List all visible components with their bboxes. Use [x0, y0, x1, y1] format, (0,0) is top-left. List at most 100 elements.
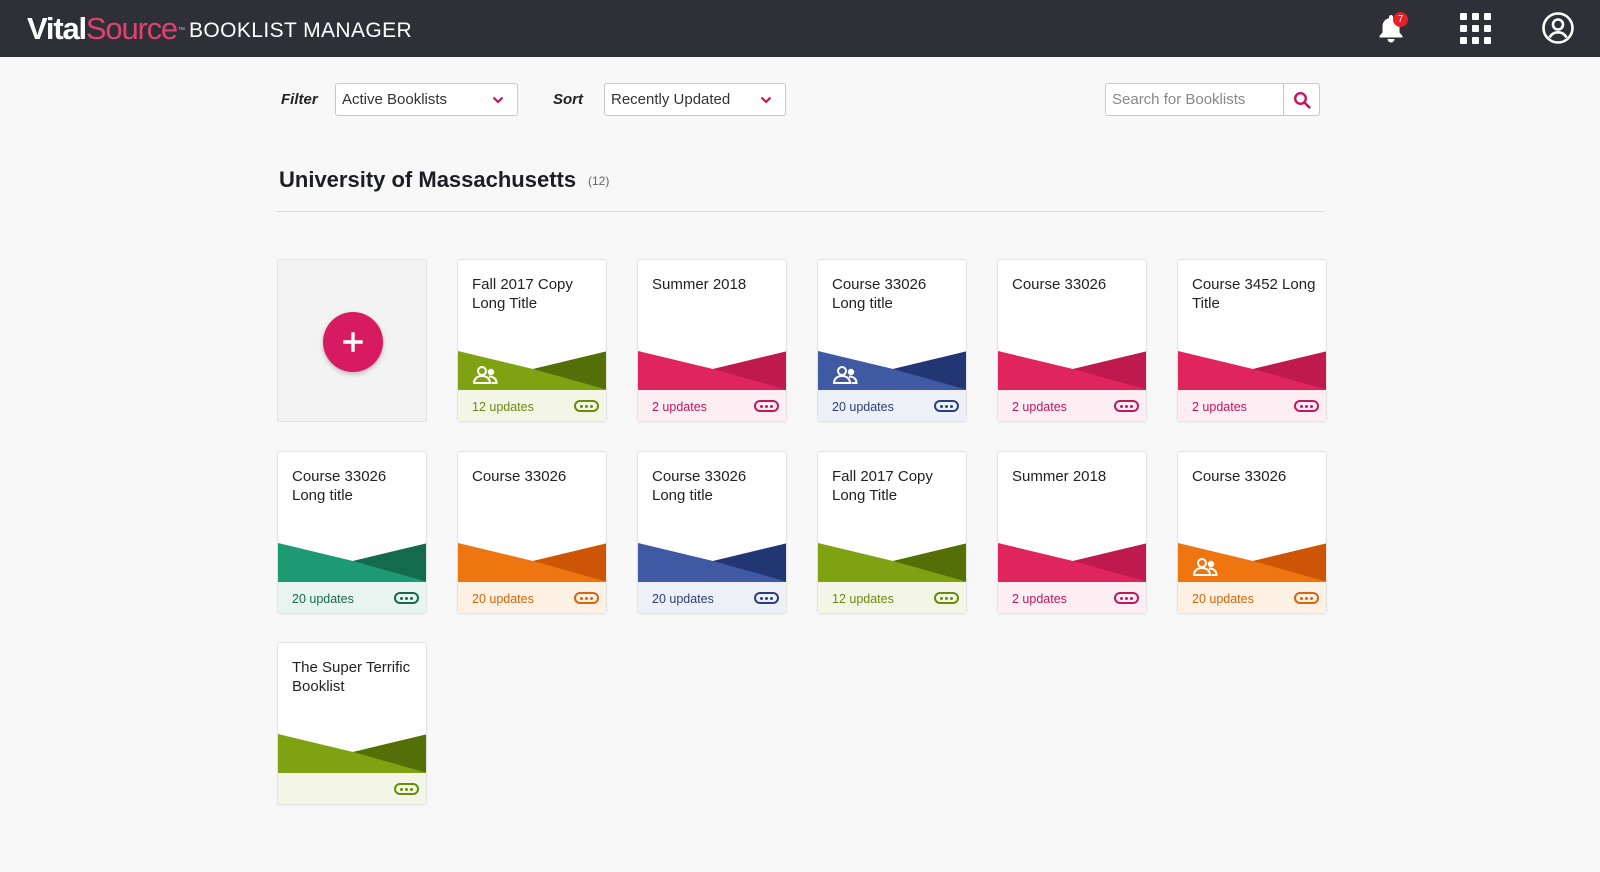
- update-count: 12 updates: [832, 592, 894, 606]
- booklist-color-band: [998, 543, 1146, 582]
- booklist-card[interactable]: Fall 2017 Copy Long Title 12 updates: [457, 259, 607, 422]
- logo-trademark: ™: [177, 27, 185, 34]
- more-options-icon[interactable]: [934, 592, 959, 604]
- chevron-down-icon: [760, 96, 772, 104]
- booklist-footer: 20 updates: [1178, 582, 1326, 613]
- booklist-title: Course 3452 Long Title: [1192, 276, 1316, 312]
- booklist-card[interactable]: Summer 2018 2 updates: [637, 259, 787, 422]
- users-icon: [1192, 558, 1220, 581]
- booklist-color-band: [998, 351, 1146, 390]
- more-options-icon[interactable]: [574, 592, 599, 604]
- booklist-card[interactable]: Summer 2018 2 updates: [997, 451, 1147, 614]
- update-count: 20 updates: [292, 592, 354, 606]
- app-title: BOOKLIST MANAGER: [189, 19, 413, 42]
- more-options-icon[interactable]: [574, 400, 599, 412]
- booklist-card[interactable]: Course 33026 20 updates: [457, 451, 607, 614]
- institution-title: University of Massachusetts: [279, 167, 577, 192]
- vitalsource-logo[interactable]: VitalSource ™: [27, 11, 185, 47]
- notifications-button[interactable]: 7: [1371, 8, 1411, 48]
- section-divider: [277, 211, 1324, 212]
- filter-selected-value: Active Booklists: [342, 91, 448, 108]
- booklist-color-band: [1178, 351, 1326, 390]
- booklist-title: Summer 2018: [652, 276, 747, 293]
- booklist-title: The Super Terrific Booklist: [292, 659, 411, 695]
- users-icon: [472, 366, 500, 389]
- booklist-title: Course 33026 Long title: [652, 468, 747, 504]
- apps-grid-icon: [1459, 12, 1491, 44]
- search-button[interactable]: [1283, 84, 1319, 115]
- update-count: 12 updates: [472, 400, 534, 414]
- booklist-footer: 20 updates: [458, 582, 606, 613]
- booklist-footer: 20 updates: [278, 582, 426, 613]
- account-icon: [1542, 12, 1574, 44]
- booklist-color-band: [818, 543, 966, 582]
- booklist-title: Course 33026 Long title: [832, 276, 927, 312]
- more-options-icon[interactable]: [934, 400, 959, 412]
- search-box: [1105, 83, 1320, 116]
- booklist-card[interactable]: Course 33026 Long title 20 updates: [637, 451, 787, 614]
- booklist-footer: 20 updates: [638, 582, 786, 613]
- booklist-footer: 20 updates: [818, 390, 966, 421]
- account-button[interactable]: [1538, 8, 1578, 48]
- users-icon: [832, 366, 860, 389]
- booklist-title: Fall 2017 Copy Long Title: [472, 276, 573, 312]
- update-count: 2 updates: [1012, 400, 1067, 414]
- booklist-footer: [278, 773, 426, 804]
- more-options-icon[interactable]: [1294, 592, 1319, 604]
- update-count: 20 updates: [652, 592, 714, 606]
- booklist-card[interactable]: Course 33026 Long title 20 updates: [817, 259, 967, 422]
- booklist-card[interactable]: The Super Terrific Booklist: [277, 642, 427, 805]
- booklist-card[interactable]: Course 33026 2 updates: [997, 259, 1147, 422]
- booklist-footer: 2 updates: [638, 390, 786, 421]
- update-count: 2 updates: [652, 400, 707, 414]
- booklist-footer: 12 updates: [458, 390, 606, 421]
- top-app-bar: VitalSource ™ BOOKLIST MANAGER 7: [0, 0, 1600, 57]
- booklist-color-band: [638, 543, 786, 582]
- search-icon: [1293, 91, 1311, 109]
- booklist-card[interactable]: Course 33026 20 updates: [1177, 451, 1327, 614]
- apps-menu-button[interactable]: [1455, 8, 1495, 48]
- booklist-footer: 2 updates: [998, 582, 1146, 613]
- more-options-icon[interactable]: [1114, 400, 1139, 412]
- update-count: 20 updates: [472, 592, 534, 606]
- booklist-card[interactable]: Course 33026 Long title 20 updates: [277, 451, 427, 614]
- sort-label: Sort: [553, 91, 583, 108]
- logo-text-source: Source: [85, 11, 178, 46]
- booklist-footer: 12 updates: [818, 582, 966, 613]
- update-count: 20 updates: [1192, 592, 1254, 606]
- update-count: 2 updates: [1012, 592, 1067, 606]
- filter-label: Filter: [281, 91, 318, 108]
- booklist-title: Course 33026: [1192, 468, 1287, 485]
- add-booklist-card[interactable]: [277, 259, 427, 422]
- update-count: 20 updates: [832, 400, 894, 414]
- more-options-icon[interactable]: [1114, 592, 1139, 604]
- booklist-title: Course 33026: [1012, 276, 1107, 293]
- booklist-card[interactable]: Course 3452 Long Title 2 updates: [1177, 259, 1327, 422]
- booklist-count: (12): [588, 174, 610, 188]
- booklist-color-band: [278, 734, 426, 773]
- notification-count-badge: 7: [1393, 12, 1408, 27]
- booklist-footer: 2 updates: [998, 390, 1146, 421]
- more-options-icon[interactable]: [754, 592, 779, 604]
- booklist-card[interactable]: Fall 2017 Copy Long Title 12 updates: [817, 451, 967, 614]
- more-options-icon[interactable]: [394, 783, 419, 795]
- sort-selected-value: Recently Updated: [611, 91, 731, 108]
- booklist-footer: 2 updates: [1178, 390, 1326, 421]
- search-input[interactable]: [1106, 84, 1283, 115]
- sort-dropdown[interactable]: Recently Updated: [604, 83, 786, 116]
- booklist-color-band: [458, 543, 606, 582]
- booklist-color-band: [638, 351, 786, 390]
- booklist-color-band: [278, 543, 426, 582]
- booklist-title: Course 33026: [472, 468, 567, 485]
- update-count: 2 updates: [1192, 400, 1247, 414]
- add-booklist-button[interactable]: [323, 312, 383, 372]
- filter-dropdown[interactable]: Active Booklists: [335, 83, 518, 116]
- chevron-down-icon: [492, 96, 504, 104]
- more-options-icon[interactable]: [754, 400, 779, 412]
- plus-icon: [343, 332, 363, 352]
- booklist-title: Fall 2017 Copy Long Title: [832, 468, 933, 504]
- more-options-icon[interactable]: [1294, 400, 1319, 412]
- logo-text-vital: Vital: [27, 11, 87, 46]
- more-options-icon[interactable]: [394, 592, 419, 604]
- booklist-title: Summer 2018: [1012, 468, 1107, 485]
